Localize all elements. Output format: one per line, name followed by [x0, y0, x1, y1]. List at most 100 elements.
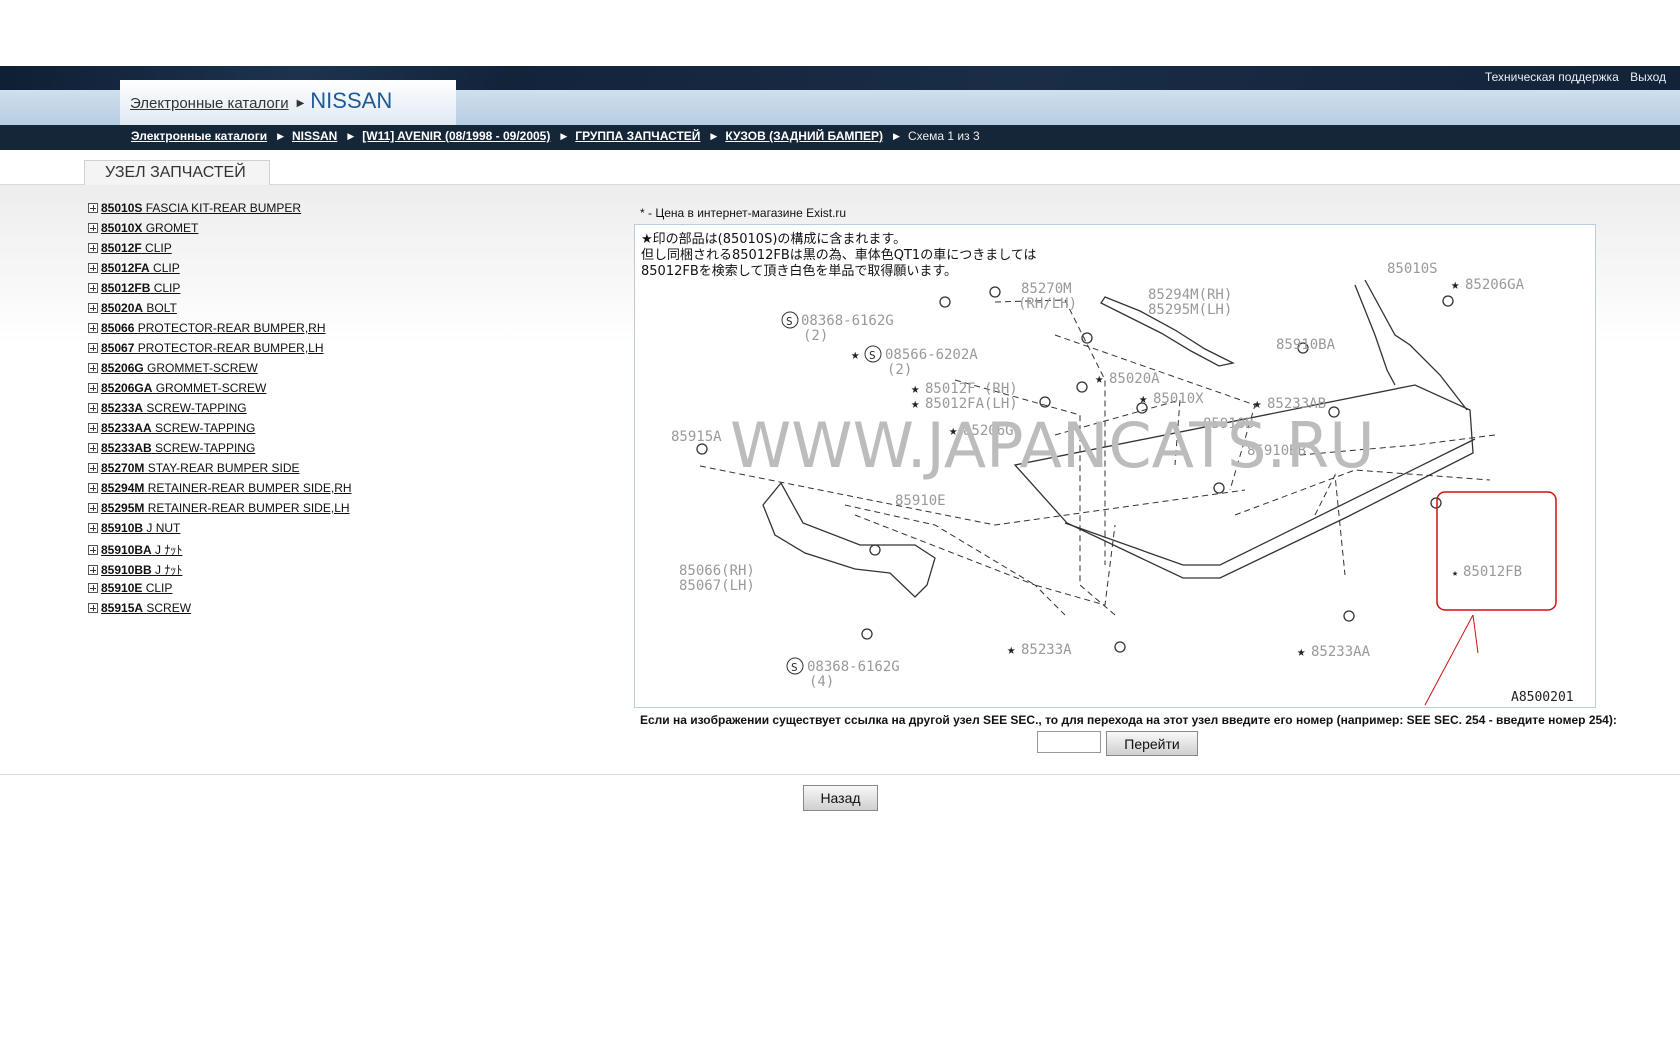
footer-divider [0, 774, 1680, 775]
nut-icon [1213, 482, 1225, 494]
part-link[interactable]: 85233AA SCREW-TAPPING [101, 421, 255, 435]
expand-plus-icon[interactable] [88, 483, 98, 493]
part-link[interactable]: 85270M STAY-REAR BUMPER SIDE [101, 461, 300, 475]
part-link[interactable]: 85910E CLIP [101, 581, 172, 595]
part-number: 85233A [101, 401, 144, 415]
breadcrumb-item-brand[interactable]: NISSAN [292, 129, 337, 143]
catalogs-title-link[interactable]: Электронные каталоги [130, 95, 289, 112]
breadcrumb-item-catalogs[interactable]: Электронные каталоги [131, 129, 267, 143]
parts-list-item: 85910BB J ﾅｯﾄ [88, 561, 352, 581]
parts-list-item: 85020A BOLT [88, 301, 352, 321]
expand-plus-icon[interactable] [88, 243, 98, 253]
part-link[interactable]: 85910B J NUT [101, 521, 180, 535]
expand-plus-icon[interactable] [88, 423, 98, 433]
price-note: * - Цена в интернет-магазине Exist.ru [640, 206, 847, 220]
expand-plus-icon[interactable] [88, 383, 98, 393]
breadcrumb-item-model[interactable]: [W11] AVENIR (08/1998 - 09/2005) [362, 129, 550, 143]
expand-plus-icon[interactable] [88, 503, 98, 513]
part-number: 85020A [101, 301, 144, 315]
parts-list-item: 85233AA SCREW-TAPPING [88, 421, 352, 441]
expand-plus-icon[interactable] [88, 343, 98, 353]
expand-plus-icon[interactable] [88, 323, 98, 333]
part-number: 85910B [101, 521, 144, 535]
see-sec-instruction: Если на изображении существует ссылка на… [640, 713, 1617, 727]
part-name: SCREW [146, 601, 192, 615]
expand-plus-icon[interactable] [88, 603, 98, 613]
arrow-right-icon: ▶ [347, 131, 355, 141]
part-name: RETAINER-REAR BUMPER SIDE,LH [147, 501, 350, 515]
label-08368-bottom: 08368-6162G [807, 659, 900, 675]
part-number: 85233AB [101, 441, 152, 455]
screw-icon [939, 296, 951, 308]
part-link[interactable]: 85233A SCREW-TAPPING [101, 401, 247, 415]
label-08566-qty: (2) [887, 362, 912, 378]
section-number-input[interactable] [1037, 731, 1101, 753]
part-link[interactable]: 85295M RETAINER-REAR BUMPER SIDE,LH [101, 501, 350, 515]
diagram-drawing: .lbl { font-size: 14px; fill: #999; } .l… [641, 231, 1574, 706]
part-link[interactable]: 85206GA GROMMET-SCREW [101, 381, 266, 395]
part-number: 85012F [101, 241, 142, 255]
part-link[interactable]: 85233AB SCREW-TAPPING [101, 441, 255, 455]
part-link[interactable]: 85020A BOLT [101, 301, 177, 315]
part-name: RETAINER-REAR BUMPER SIDE,RH [147, 481, 352, 495]
arrow-right-icon: ▶ [277, 131, 284, 141]
part-name: J ﾅｯﾄ [155, 563, 183, 577]
label-85295m: 85295M(LH) [1148, 302, 1232, 318]
part-name: FASCIA KIT-REAR BUMPER [145, 201, 302, 215]
diagram-code: A8500201 [1511, 690, 1574, 705]
expand-plus-icon[interactable] [88, 223, 98, 233]
expand-plus-icon[interactable] [88, 583, 98, 593]
parts-list-item: 85012F CLIP [88, 241, 352, 261]
label-85012fb: 85012FB [1463, 564, 1522, 580]
expand-plus-icon[interactable] [88, 443, 98, 453]
label-85012f: 85012F (RH) [925, 381, 1018, 397]
expand-plus-icon[interactable] [88, 263, 98, 273]
red-pointer-line [1424, 614, 1474, 706]
breadcrumb-item-group[interactable]: ГРУППА ЗАПЧАСТЕЙ [575, 129, 700, 143]
part-link[interactable]: 85010S FASCIA KIT-REAR BUMPER [101, 201, 301, 215]
expand-plus-icon[interactable] [88, 283, 98, 293]
part-link[interactable]: 85067 PROTECTOR-REAR BUMPER,LH [101, 341, 324, 355]
parts-list-item: 85012FB CLIP [88, 281, 352, 301]
part-link[interactable]: 85012F CLIP [101, 241, 172, 255]
expand-plus-icon[interactable] [88, 203, 98, 213]
expand-plus-icon[interactable] [88, 403, 98, 413]
part-number: 85206G [101, 361, 144, 375]
expand-plus-icon[interactable] [88, 545, 98, 555]
breadcrumb-item-subgroup[interactable]: КУЗОВ (ЗАДНИЙ БАМПЕР) [725, 129, 883, 143]
parts-list-item: 85010S FASCIA KIT-REAR BUMPER [88, 201, 352, 221]
expand-plus-icon[interactable] [88, 523, 98, 533]
part-name: PROTECTOR-REAR BUMPER,LH [137, 341, 324, 355]
part-link[interactable]: 85915A SCREW [101, 601, 191, 615]
tab-parts-assembly[interactable]: УЗЕЛ ЗАПЧАСТЕЙ [84, 160, 270, 185]
star-mark: ★ [1007, 642, 1016, 658]
part-link[interactable]: 85910BB J ﾅｯﾄ [101, 563, 182, 577]
diagram-note-line: 但し同梱される85012FBは黒の為、車体色QT1の車につきましては [641, 247, 1037, 263]
top-links: Техническая поддержка Выход [1477, 70, 1666, 84]
part-link[interactable]: 85206G GROMMET-SCREW [101, 361, 258, 375]
part-link[interactable]: 85294M RETAINER-REAR BUMPER SIDE,RH [101, 481, 352, 495]
parts-list-item: 85067 PROTECTOR-REAR BUMPER,LH [88, 341, 352, 361]
part-name: SCREW-TAPPING [155, 421, 256, 435]
back-button[interactable]: Назад [803, 785, 878, 811]
part-link[interactable]: 85012FB CLIP [101, 281, 180, 295]
goto-button[interactable]: Перейти [1106, 731, 1198, 756]
bumper-side-upper [1364, 279, 1468, 411]
arrow-right-icon: ▶ [296, 98, 305, 109]
part-link[interactable]: 85012FA CLIP [101, 261, 180, 275]
logout-link[interactable]: Выход [1630, 70, 1666, 84]
parts-list-item: 85010X GROMET [88, 221, 352, 241]
expand-plus-icon[interactable] [88, 303, 98, 313]
expand-plus-icon[interactable] [88, 565, 98, 575]
expand-plus-icon[interactable] [88, 363, 98, 373]
parts-list-item: 85233A SCREW-TAPPING [88, 401, 352, 421]
parts-list-item: 85270M STAY-REAR BUMPER SIDE [88, 461, 352, 481]
s-mark: S [791, 661, 798, 674]
expand-plus-icon[interactable] [88, 463, 98, 473]
part-link[interactable]: 85066 PROTECTOR-REAR BUMPER,RH [101, 321, 326, 335]
part-link[interactable]: 85010X GROMET [101, 221, 198, 235]
star-mark: ★ [911, 381, 920, 397]
part-name: CLIP [153, 281, 181, 295]
part-link[interactable]: 85910BA J ﾅｯﾄ [101, 543, 182, 557]
support-link[interactable]: Техническая поддержка [1485, 70, 1619, 84]
